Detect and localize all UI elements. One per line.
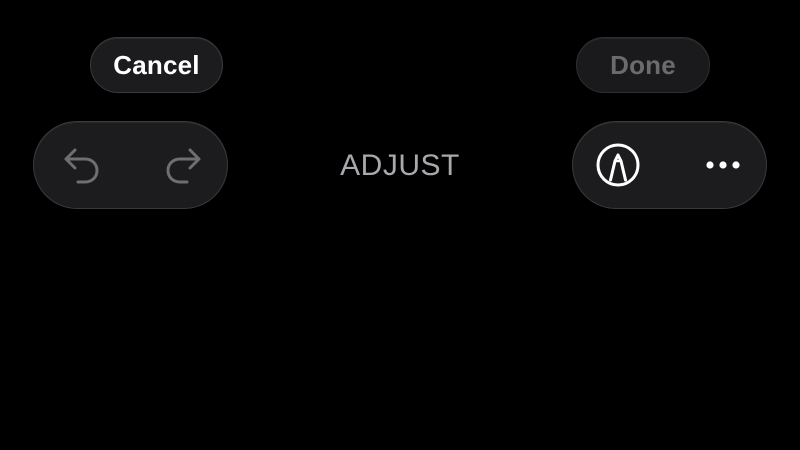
- undo-icon: [64, 148, 99, 184]
- redo-button[interactable]: [138, 122, 228, 208]
- done-button[interactable]: Done: [576, 37, 710, 93]
- cancel-button[interactable]: Cancel: [90, 37, 223, 93]
- photo-edit-screen: Cancel Done ADJUST: [0, 0, 800, 450]
- more-button[interactable]: [678, 122, 768, 208]
- undo-button[interactable]: [37, 122, 127, 208]
- undo-redo-group: [33, 121, 228, 209]
- markup-icon: [596, 143, 640, 187]
- markup-button[interactable]: [573, 122, 663, 208]
- redo-icon: [166, 148, 201, 184]
- mode-title: ADJUST: [340, 149, 460, 182]
- markup-more-group: [572, 121, 767, 209]
- more-icon: [706, 161, 740, 169]
